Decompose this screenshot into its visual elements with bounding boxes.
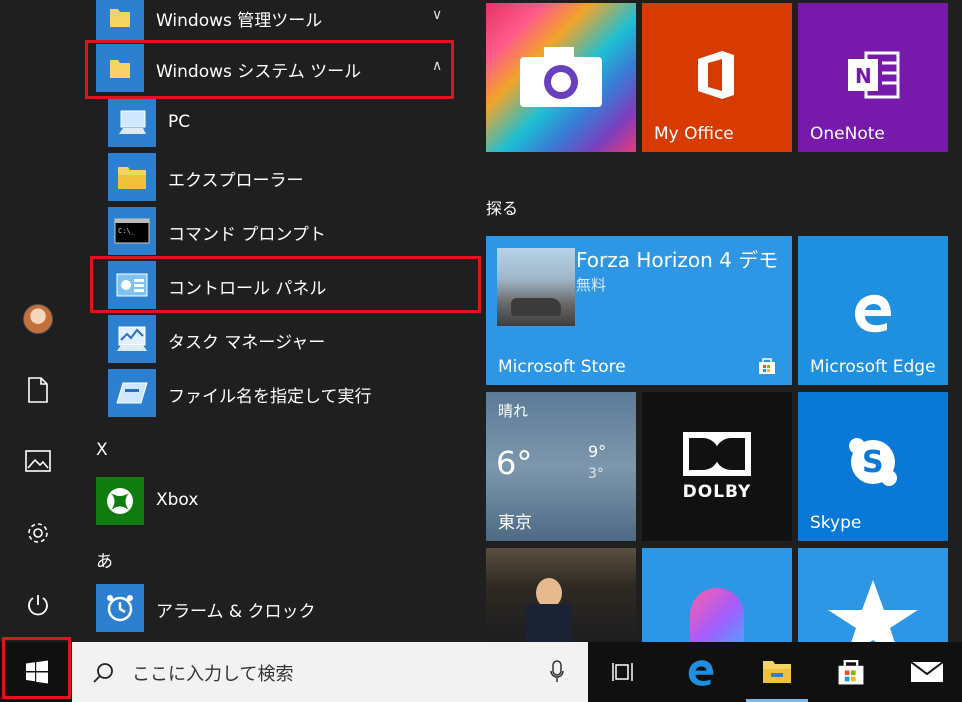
- onenote-icon: N: [848, 51, 900, 99]
- dolby-wordmark: DOLBY: [682, 482, 752, 502]
- group-header-x[interactable]: X: [96, 440, 108, 460]
- tile-onenote[interactable]: N OneNote: [798, 3, 948, 152]
- weather-high: 9°: [588, 442, 607, 461]
- taskbar-edge-button[interactable]: [670, 642, 732, 702]
- list-item-alarms-clock[interactable]: アラーム & クロック: [76, 584, 476, 634]
- tile-label: Skype: [810, 513, 862, 533]
- settings-button[interactable]: [0, 505, 76, 561]
- tile-favorites[interactable]: [798, 548, 948, 642]
- tile-my-office[interactable]: My Office: [642, 3, 792, 152]
- search-icon: [93, 663, 113, 683]
- file-explorer-icon: [108, 153, 156, 201]
- folder-icon: [96, 0, 144, 41]
- tile-microsoft-edge[interactable]: Microsoft Edge: [798, 236, 948, 385]
- weather-low: 3°: [588, 466, 604, 482]
- taskbar-store-button[interactable]: [820, 642, 882, 702]
- list-item-pc[interactable]: PC: [76, 99, 476, 149]
- tile-dolby[interactable]: DOLBY: [642, 392, 792, 541]
- svg-text:S: S: [862, 445, 884, 480]
- store-bag-icon: [838, 659, 864, 685]
- dolby-logo-icon: [683, 432, 751, 476]
- task-view-icon: [612, 663, 633, 681]
- run-icon: [108, 369, 156, 417]
- tile-weather[interactable]: 晴れ 6° 9° 3° 東京: [486, 392, 636, 541]
- edge-icon: [855, 294, 891, 333]
- tile-label: My Office: [654, 124, 734, 144]
- xbox-icon: [96, 477, 144, 525]
- tile-label: OneNote: [810, 124, 885, 144]
- taskbar-mail-button[interactable]: [896, 642, 958, 702]
- picture-icon: [25, 450, 51, 472]
- list-item-label: コマンド プロンプト: [168, 225, 326, 245]
- star-icon: [828, 580, 918, 642]
- pictures-button[interactable]: [0, 433, 76, 489]
- list-item-xbox[interactable]: Xbox: [76, 477, 476, 527]
- camera-icon: [520, 47, 602, 107]
- search-placeholder: ここに入力して検索: [132, 664, 294, 685]
- gear-icon: [28, 523, 48, 543]
- highlight-system-tools: [85, 40, 454, 99]
- chevron-down-icon: ∨: [432, 7, 443, 23]
- list-item-task-manager[interactable]: タスク マネージャー: [76, 315, 476, 365]
- avatar: [23, 304, 53, 334]
- list-item-label: PC: [168, 112, 191, 132]
- game-cover-image: [497, 248, 575, 326]
- office-icon: [698, 51, 734, 99]
- list-item-command-prompt[interactable]: C:\_ コマンド プロンプト: [76, 207, 476, 257]
- skype-icon: S: [849, 438, 897, 486]
- tile-paint3d[interactable]: [642, 548, 792, 642]
- tile-camera[interactable]: [486, 3, 636, 152]
- mail-icon: [910, 661, 944, 682]
- group-header-a[interactable]: あ: [96, 547, 113, 572]
- search-box[interactable]: ここに入力して検索: [72, 642, 588, 702]
- edge-icon: [688, 660, 714, 686]
- weather-condition: 晴れ: [498, 402, 529, 420]
- list-item-windows-admin-tools[interactable]: Windows 管理ツール ∨: [76, 0, 476, 43]
- list-item-label: タスク マネージャー: [168, 333, 326, 353]
- microphone-icon[interactable]: [550, 660, 564, 684]
- list-item-label: Windows 管理ツール: [156, 11, 323, 31]
- task-view-button[interactable]: [594, 642, 656, 702]
- tile-skype[interactable]: S Skype: [798, 392, 948, 541]
- paint3d-icon: [690, 588, 744, 642]
- list-item-run[interactable]: ファイル名を指定して実行: [76, 369, 476, 419]
- file-explorer-icon: [763, 660, 791, 683]
- tile-microsoft-store[interactable]: Forza Horizon 4 デモ 無料 Microsoft Store: [486, 236, 792, 385]
- list-item-label: Xbox: [156, 490, 199, 510]
- tile-label: Microsoft Store: [498, 357, 626, 377]
- tile-subtitle: 無料: [576, 276, 607, 294]
- tile-label: Microsoft Edge: [810, 357, 936, 377]
- list-item-label: エクスプローラー: [168, 171, 304, 191]
- list-item-label: アラーム & クロック: [156, 602, 316, 622]
- taskbar-explorer-button[interactable]: [746, 642, 808, 702]
- tile-news[interactable]: [486, 548, 636, 642]
- tile-title: Forza Horizon 4 デモ: [576, 248, 779, 272]
- highlight-start-button: [2, 637, 71, 699]
- user-account-button[interactable]: [0, 291, 76, 347]
- power-button[interactable]: [0, 577, 76, 633]
- documents-button[interactable]: [0, 362, 76, 418]
- store-bag-icon: [759, 358, 775, 374]
- list-item-label: ファイル名を指定して実行: [168, 387, 372, 407]
- task-manager-icon: [108, 315, 156, 363]
- computer-icon: [108, 99, 156, 147]
- svg-text:N: N: [855, 64, 872, 88]
- tile-group-title: 探る: [486, 199, 519, 218]
- start-left-rail: [0, 0, 76, 642]
- terminal-icon: C:\_: [108, 207, 156, 255]
- power-icon: [28, 595, 48, 616]
- svg-text:C:\_: C:\_: [118, 227, 136, 235]
- highlight-control-panel: [90, 256, 481, 313]
- list-item-explorer[interactable]: エクスプローラー: [76, 153, 476, 203]
- alarm-clock-icon: [96, 584, 144, 632]
- weather-city: 東京: [498, 513, 532, 533]
- document-icon: [28, 377, 48, 403]
- weather-temperature: 6°: [496, 444, 533, 482]
